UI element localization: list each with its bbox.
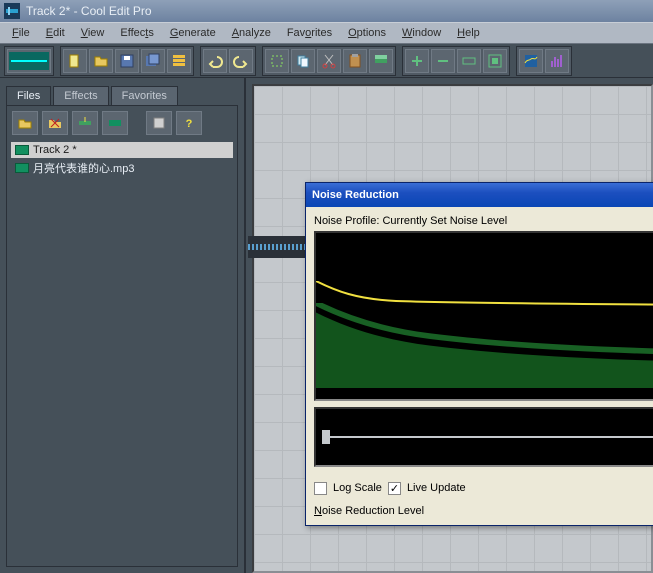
zoom-out-button[interactable] xyxy=(431,49,455,73)
dialog-body: Noise Profile: Currently Set Noise Level… xyxy=(306,207,653,525)
menu-view[interactable]: View xyxy=(73,25,113,41)
file-list-item[interactable]: 月亮代表谁的心.mp3 xyxy=(11,158,233,178)
menu-analyze[interactable]: Analyze xyxy=(224,25,279,41)
main-toolbar xyxy=(0,44,653,78)
profile-row: Noise Profile: Currently Set Noise Level… xyxy=(314,215,653,227)
app-icon xyxy=(4,3,20,19)
tab-effects[interactable]: Effects xyxy=(53,86,108,105)
panel-options-button[interactable] xyxy=(146,111,172,135)
live-update-checkbox[interactable]: ✓ xyxy=(388,482,401,495)
file-list-item[interactable]: Track 2 * xyxy=(11,142,233,158)
file-name: 月亮代表谁的心.mp3 xyxy=(33,160,134,176)
reduction-slider-box xyxy=(314,407,653,467)
menu-help[interactable]: Help xyxy=(449,25,488,41)
panel-close-button[interactable] xyxy=(42,111,68,135)
slider-thumb[interactable] xyxy=(322,430,330,444)
audio-file-icon xyxy=(15,163,29,173)
menu-file[interactable]: File xyxy=(4,25,38,41)
tab-favorites[interactable]: Favorites xyxy=(111,86,178,105)
spectral-view-button[interactable] xyxy=(519,49,543,73)
log-scale-checkbox[interactable] xyxy=(314,482,327,495)
reduction-slider[interactable] xyxy=(322,436,653,438)
multitrack-button[interactable] xyxy=(167,49,191,73)
redo-button[interactable] xyxy=(229,49,253,73)
menu-generate[interactable]: Generate xyxy=(162,25,224,41)
panel-toolbar: ? xyxy=(11,110,233,136)
menu-favorites[interactable]: Favorites xyxy=(279,25,340,41)
panel-insert-button[interactable] xyxy=(72,111,98,135)
freq-view-button[interactable] xyxy=(545,49,569,73)
svg-text:?: ? xyxy=(186,118,193,130)
paste-button[interactable] xyxy=(343,49,367,73)
noise-floor xyxy=(316,303,653,388)
toolbar-group-mode xyxy=(4,46,54,76)
waveform-view-button[interactable] xyxy=(7,49,51,73)
panel-edit-button[interactable] xyxy=(102,111,128,135)
zoom-selection-button[interactable] xyxy=(483,49,507,73)
toolbar-group-edit xyxy=(262,46,396,76)
noise-profile-label: Noise Profile: Currently Set Noise Level xyxy=(314,215,507,227)
file-list: Track 2 * 月亮代表谁的心.mp3 xyxy=(11,142,233,178)
window-title: Track 2* - Cool Edit Pro xyxy=(26,4,152,18)
undo-button[interactable] xyxy=(203,49,227,73)
copy-button[interactable] xyxy=(291,49,315,73)
options-row: Log Scale ✓ Live Update Flat xyxy=(314,479,653,497)
cut-button[interactable] xyxy=(317,49,341,73)
menu-options[interactable]: Options xyxy=(340,25,394,41)
left-panel: Files Effects Favorites ? Track 2 * xyxy=(0,78,246,573)
panel-help-button[interactable]: ? xyxy=(176,111,202,135)
menu-window[interactable]: Window xyxy=(394,25,449,41)
zoom-full-button[interactable] xyxy=(457,49,481,73)
file-name: Track 2 * xyxy=(33,144,77,156)
tab-files[interactable]: Files xyxy=(6,86,51,105)
dialog-title-text: Noise Reduction xyxy=(312,189,399,201)
menu-edit[interactable]: Edit xyxy=(38,25,73,41)
toolbar-group-file xyxy=(60,46,194,76)
log-scale-label: Log Scale xyxy=(333,482,382,494)
dialog-titlebar[interactable]: Noise Reduction xyxy=(306,183,653,207)
menubar: File Edit View Effects Generate Analyze … xyxy=(0,22,653,44)
zoom-in-button[interactable] xyxy=(405,49,429,73)
save-file-button[interactable] xyxy=(115,49,139,73)
open-file-button[interactable] xyxy=(89,49,113,73)
noise-profile-graph[interactable] xyxy=(314,231,653,401)
toolbar-group-zoom xyxy=(402,46,510,76)
menu-effects[interactable]: Effects xyxy=(112,25,161,41)
toolbar-group-undo xyxy=(200,46,256,76)
noise-reduction-dialog: Noise Reduction Noise Profile: Currently… xyxy=(305,182,653,526)
new-file-button[interactable] xyxy=(63,49,87,73)
live-update-label: Live Update xyxy=(407,482,466,494)
panel-open-button[interactable] xyxy=(12,111,38,135)
audio-file-icon xyxy=(15,145,29,155)
panel-body: ? Track 2 * 月亮代表谁的心.mp3 xyxy=(6,105,238,567)
toolbar-group-view xyxy=(516,46,572,76)
mix-paste-button[interactable] xyxy=(369,49,393,73)
save-all-button[interactable] xyxy=(141,49,165,73)
select-button[interactable] xyxy=(265,49,289,73)
panel-tabs: Files Effects Favorites xyxy=(6,86,238,105)
main-titlebar: Track 2* - Cool Edit Pro xyxy=(0,0,653,22)
noise-reduction-level-label: Noise Reduction Level xyxy=(314,505,653,517)
